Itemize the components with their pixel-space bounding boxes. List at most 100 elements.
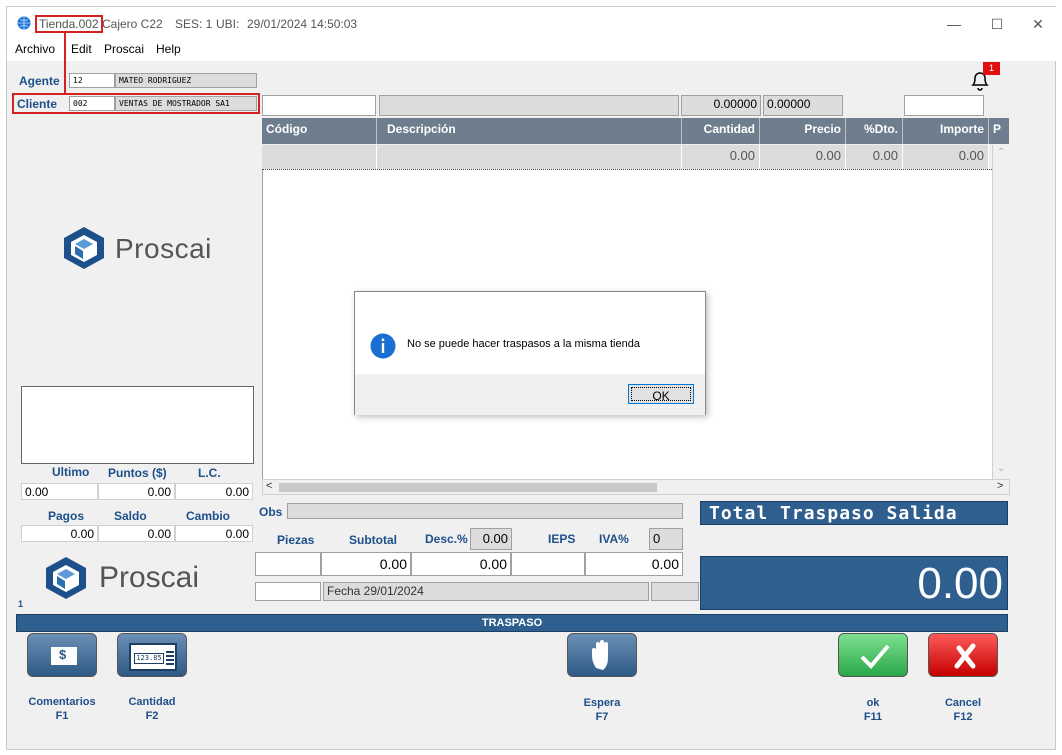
app-window: Tienda.002 Cajero C22 SES: 1 UBI: 29/01/… — [6, 6, 1057, 750]
ok-button[interactable] — [838, 633, 908, 677]
col-dto[interactable]: %Dto. — [846, 118, 903, 144]
proscai-brand-text: Proscai — [115, 233, 212, 264]
cliente-name-field: VENTAS DE MOSTRADOR SA1 — [115, 96, 257, 111]
obs-field[interactable] — [287, 503, 683, 519]
scroll-right-icon[interactable]: > — [997, 480, 1003, 492]
ieps-field — [511, 552, 585, 576]
ubi-label: UBI: — [216, 17, 240, 31]
desc-amount-field: 0.00 — [411, 552, 511, 576]
fecha-right-field — [651, 582, 699, 601]
cambio-label: Cambio — [186, 509, 231, 523]
total-title: Total Traspaso Salida — [709, 503, 958, 524]
cliente-label: Cliente — [17, 97, 58, 111]
menu-edit[interactable]: Edit — [71, 42, 92, 56]
iva-amount-field: 0.00 — [585, 552, 683, 576]
value1-field: 0.00000 — [681, 95, 761, 116]
cell-cantidad[interactable]: 0.00 — [682, 145, 760, 169]
proscai-logo-bottom: Proscai — [43, 555, 233, 601]
globe-icon — [17, 16, 31, 30]
agente-label: Agente — [19, 74, 60, 88]
piezas-field — [255, 552, 321, 576]
cancel-label: Cancel F12 — [944, 697, 982, 723]
cantidad-label: Cantidad F2 — [128, 696, 176, 722]
info-icon — [370, 333, 396, 359]
vertical-scrollbar[interactable]: ⌃ ⌄ — [992, 145, 1010, 479]
cancel-button[interactable] — [928, 633, 998, 677]
desc-percent-field[interactable]: 0.00 — [470, 528, 512, 550]
subtotal-label: Subtotal — [349, 533, 397, 547]
fecha-field: Fecha 29/01/2024 — [323, 582, 649, 601]
menu-archivo[interactable]: Archivo — [15, 42, 55, 56]
espera-label: Espera F7 — [583, 697, 621, 723]
tienda-label: Tienda.002 — [35, 15, 103, 33]
puntos-label: Puntos ($) — [108, 466, 167, 480]
cell-codigo[interactable] — [262, 145, 377, 169]
descripcion-input — [379, 95, 679, 116]
comentarios-button[interactable]: $ — [27, 633, 97, 677]
cell-descripcion[interactable] — [377, 145, 682, 169]
maximize-button[interactable]: ☐ — [975, 13, 1019, 35]
calculator-icon: 123.85 — [129, 643, 177, 671]
desc-label: Desc.% — [425, 532, 468, 546]
cell-precio[interactable]: 0.00 — [760, 145, 846, 169]
session-label: SES: 1 — [175, 17, 213, 31]
cajero-label: Cajero C22 — [102, 17, 163, 31]
scroll-left-icon[interactable]: < — [266, 480, 272, 492]
iva-percent-field[interactable]: 0 — [649, 528, 683, 550]
title-bar: Tienda.002 Cajero C22 SES: 1 UBI: 29/01/… — [7, 7, 1057, 39]
scroll-up-icon[interactable]: ⌃ — [997, 147, 1005, 158]
col-p[interactable]: P — [989, 118, 1009, 144]
counter-label: 1 — [18, 599, 24, 609]
obs-label: Obs — [259, 505, 283, 519]
pagos-label: Pagos — [48, 509, 85, 523]
proscai-logo-mark-bottom — [46, 557, 86, 599]
espera-button[interactable] — [567, 633, 637, 677]
col-codigo[interactable]: Código — [262, 118, 377, 144]
puntos-field: 0.00 — [98, 483, 175, 500]
total-title-box: Total Traspaso Salida — [700, 501, 1008, 525]
horizontal-scrollbar[interactable]: < > — [262, 479, 1010, 495]
dialog-ok-button[interactable]: OK — [628, 384, 694, 404]
col-descripcion[interactable]: Descripción — [377, 118, 682, 144]
cambio-field: 0.00 — [175, 525, 253, 542]
comments-box[interactable] — [21, 386, 254, 464]
col-importe[interactable]: Importe — [903, 118, 989, 144]
menu-bar: Archivo Edit Proscai Help — [7, 39, 1057, 61]
proscai-brand-text-bottom: Proscai — [99, 561, 200, 594]
menu-help[interactable]: Help — [156, 42, 181, 56]
calculator-display: 123.85 — [134, 653, 164, 664]
status-bar: TRASPASO — [16, 614, 1008, 632]
close-button[interactable]: ✕ — [1019, 13, 1057, 35]
codigo-input[interactable] — [262, 95, 376, 116]
scroll-down-icon[interactable]: ⌄ — [997, 463, 1005, 474]
saldo-label: Saldo — [114, 509, 147, 523]
agente-name-field: MATEO RODRIGUEZ — [115, 73, 257, 88]
proscai-logo-top: Proscai — [61, 225, 231, 275]
cantidad-button[interactable]: 123.85 — [117, 633, 187, 677]
saldo-field: 0.00 — [98, 525, 175, 542]
minimize-button[interactable]: — — [932, 13, 976, 35]
extra-input[interactable] — [904, 95, 984, 116]
col-cantidad[interactable]: Cantidad — [682, 118, 760, 144]
cell-dto[interactable]: 0.00 — [846, 145, 903, 169]
agente-code-field[interactable]: 12 — [69, 73, 115, 88]
col-precio[interactable]: Precio — [760, 118, 846, 144]
menu-proscai[interactable]: Proscai — [104, 42, 144, 56]
check-icon — [860, 644, 890, 669]
total-value-box: 0.00 — [700, 556, 1008, 610]
highlight-connector — [64, 33, 66, 95]
lc-field: 0.00 — [175, 483, 253, 500]
ultimo-label: Ultimo — [52, 465, 90, 479]
ultimo-field: 0.00 — [21, 483, 98, 500]
notification-badge: 1 — [983, 62, 1000, 75]
lc-label: L.C. — [198, 466, 221, 480]
scroll-thumb[interactable] — [279, 483, 657, 492]
subtotal-field: 0.00 — [321, 552, 411, 576]
cliente-code-field[interactable]: 002 — [69, 96, 115, 111]
fecha-left-field — [255, 582, 321, 601]
proscai-logo-mark — [64, 227, 104, 269]
piezas-label: Piezas — [277, 533, 315, 547]
cell-importe[interactable]: 0.00 — [903, 145, 989, 169]
value2-field: 0.00000 — [763, 95, 843, 116]
x-icon — [954, 643, 976, 669]
